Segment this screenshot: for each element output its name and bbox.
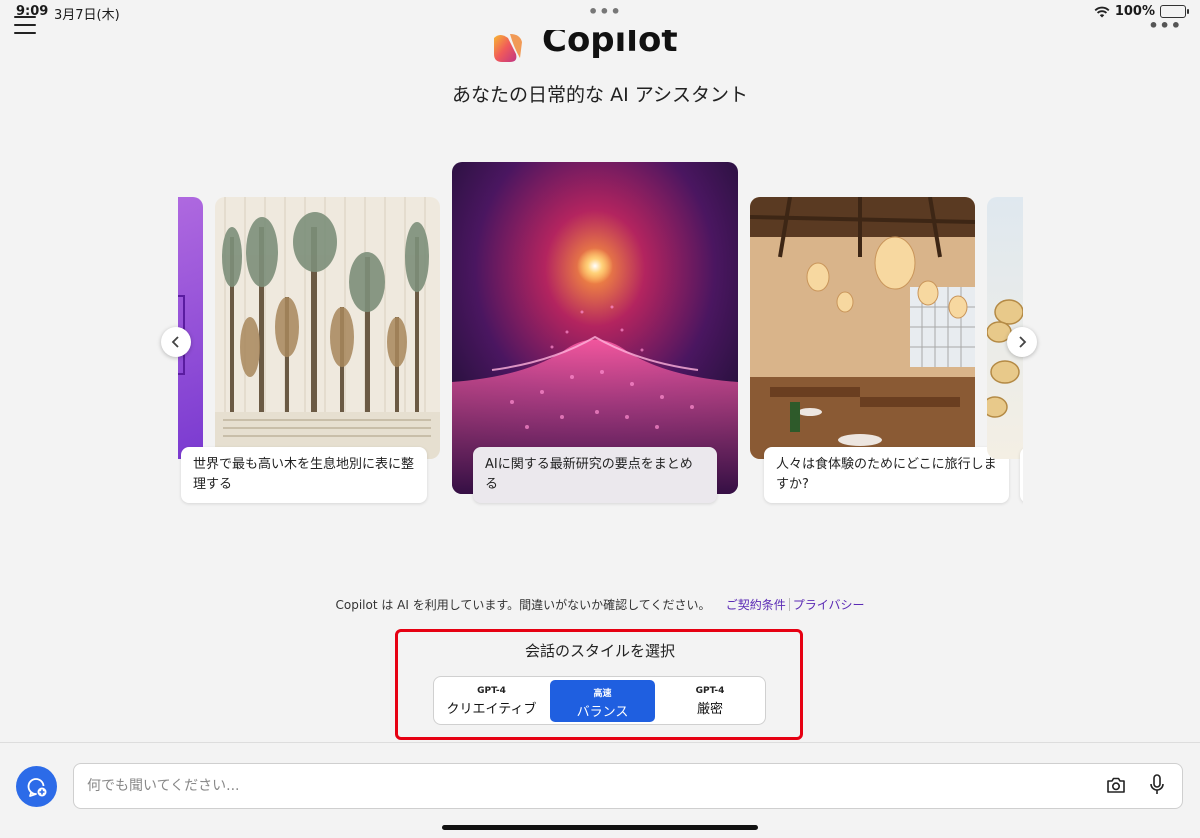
copilot-logo: Copilot <box>490 30 710 66</box>
style-option-precise[interactable]: GPT-4 厳密 <box>658 680 762 722</box>
app-name: Copilot <box>542 30 678 60</box>
trees-illustration-image <box>215 197 440 459</box>
disclaimer: Copilot は AI を利用しています。間違いがないか確認してください。 ご… <box>0 596 1200 613</box>
home-indicator[interactable] <box>442 825 758 830</box>
hamburger-menu-icon[interactable] <box>14 16 36 40</box>
subtitle: あなたの日常的な AI アシスタント <box>452 84 748 106</box>
camera-icon[interactable] <box>1106 776 1126 798</box>
japanese-restaurant-interior-image <box>750 197 975 459</box>
style-option-label: クリエイティブ <box>446 702 537 717</box>
carousel-prev-button[interactable] <box>161 327 191 357</box>
privacy-link[interactable]: プライバシー <box>793 598 865 612</box>
microphone-icon[interactable] <box>1149 774 1165 800</box>
copilot-logo-icon <box>494 34 522 62</box>
style-option-creative[interactable]: GPT-4 クリエイティブ <box>438 680 545 722</box>
chat-input[interactable] <box>73 763 1183 809</box>
terms-link[interactable]: ご契約条件 <box>726 598 786 612</box>
carousel-card-ai[interactable] <box>452 162 738 494</box>
card-caption-ai[interactable]: AIに関する最新研究の要点をまとめる <box>473 447 717 503</box>
style-option-label: 厳密 <box>696 702 723 717</box>
carousel-card-trees[interactable] <box>215 197 440 459</box>
status-bar: 9:09 3月7日(木) ••• 100% <box>0 0 1200 24</box>
chevron-right-icon <box>1019 336 1027 348</box>
style-option-model: 高速 <box>593 689 612 699</box>
multitasking-dots-icon[interactable]: ••• <box>588 2 622 21</box>
chevron-left-icon <box>171 336 179 348</box>
style-option-label: バランス <box>576 705 629 720</box>
bottom-divider <box>0 742 1200 743</box>
carousel-card-restaurant[interactable] <box>750 197 975 459</box>
new-topic-button[interactable] <box>16 766 57 807</box>
card-caption-restaurant[interactable]: 人々は食体験のためにどこに旅行しますか? <box>764 447 1009 503</box>
card-caption-trees[interactable]: 世界で最も高い木を生息地別に表に整理する <box>181 447 427 503</box>
carousel-next-button[interactable] <box>1007 327 1037 357</box>
glowing-particle-wave-image <box>452 162 738 494</box>
style-option-model: GPT-4 <box>477 686 506 696</box>
conversation-style-selector: GPT-4 クリエイティブ 高速 バランス GPT-4 厳密 <box>433 676 766 725</box>
style-option-balanced[interactable]: 高速 バランス <box>550 680 655 722</box>
style-option-model: GPT-4 <box>695 686 725 696</box>
conversation-style-title: 会話のスタイルを選択 <box>524 642 675 660</box>
more-options-icon[interactable]: ••• <box>1148 16 1182 35</box>
new-chat-icon <box>27 777 46 797</box>
card-caption-partial-right[interactable] <box>1020 447 1023 503</box>
link-divider <box>788 598 790 611</box>
disclaimer-text: Copilot は AI を利用しています。間違いがないか確認してください。 <box>335 598 711 612</box>
wifi-icon <box>1094 6 1110 18</box>
status-date: 3月7日(木) <box>54 8 120 23</box>
suggestion-carousel: 世界で最も高い木を生息地別に表に整理する AIに関する最新研究の要点をまとめる … <box>178 160 1023 520</box>
